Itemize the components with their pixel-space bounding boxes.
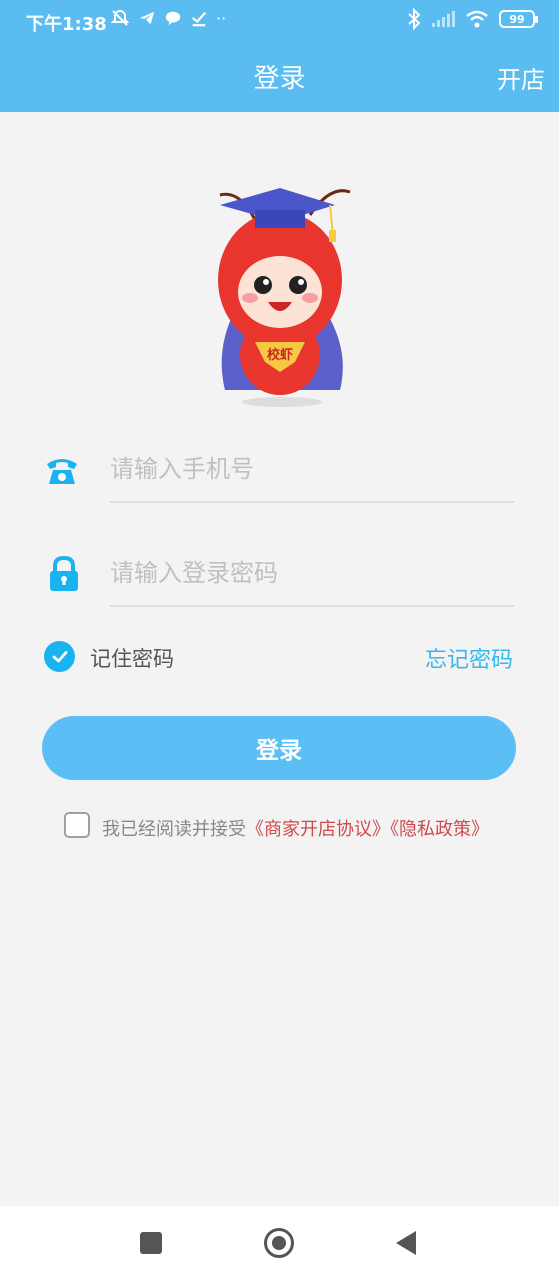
status-left-icons: ·· <box>110 8 226 28</box>
phone-input[interactable] <box>110 443 514 495</box>
status-right-icons: 99 <box>407 8 538 30</box>
remember-password-checkbox[interactable] <box>44 641 75 672</box>
chat-icon <box>165 11 181 26</box>
mute-icon <box>110 9 130 26</box>
mascot-cheek-right <box>302 293 318 303</box>
recent-apps-button[interactable] <box>140 1232 162 1254</box>
mascot-illustration: 校虾 <box>218 188 351 407</box>
phone-input-underline <box>110 501 514 503</box>
download-check-icon <box>191 11 207 27</box>
signal-icon <box>432 11 455 27</box>
page-title: 登录 <box>253 64 306 94</box>
lock-icon <box>50 556 78 591</box>
mascot-badge-text: 校虾 <box>267 347 293 363</box>
bluetooth-icon <box>408 8 421 30</box>
telephone-icon <box>47 459 77 484</box>
open-store-button[interactable]: 开店 <box>497 60 545 95</box>
home-dot-icon <box>272 1236 286 1250</box>
mascot-eye-left <box>254 276 272 294</box>
mascot-cheek-left <box>242 293 258 303</box>
more-notifications-icon: ·· <box>216 8 227 28</box>
password-input[interactable] <box>110 547 514 599</box>
mascot-face <box>238 256 322 328</box>
forgot-password-link[interactable]: 忘记密码 <box>425 642 513 674</box>
agreement-prefix: 我已经阅读并接受 <box>102 819 246 840</box>
home-button[interactable] <box>264 1228 294 1258</box>
agreement-checkbox[interactable] <box>64 812 90 838</box>
system-navigation-bar <box>0 1206 559 1280</box>
check-circle-icon <box>52 650 67 662</box>
back-button[interactable] <box>394 1230 418 1256</box>
login-button[interactable]: 登录 <box>42 716 516 780</box>
status-time: 下午1:38 <box>26 14 107 35</box>
privacy-policy-link[interactable]: 《隐私政策》 <box>390 819 489 840</box>
remember-password-label[interactable]: 记住密码 <box>90 643 174 673</box>
battery-indicator: 99 <box>499 10 538 28</box>
wifi-icon <box>466 10 488 28</box>
merchant-policy-link[interactable]: 《商家开店协议》 <box>246 819 390 840</box>
status-bar: 下午1:38 ·· 99 <box>0 0 559 42</box>
agreement-text: 我已经阅读并接受《商家开店协议》《隐私政策》 <box>102 815 489 841</box>
password-input-underline <box>110 605 514 607</box>
telegram-icon <box>139 11 155 25</box>
mascot-eye-right <box>289 276 307 294</box>
app-header: 下午1:38 ·· 99 登录 开店 <box>0 0 559 112</box>
